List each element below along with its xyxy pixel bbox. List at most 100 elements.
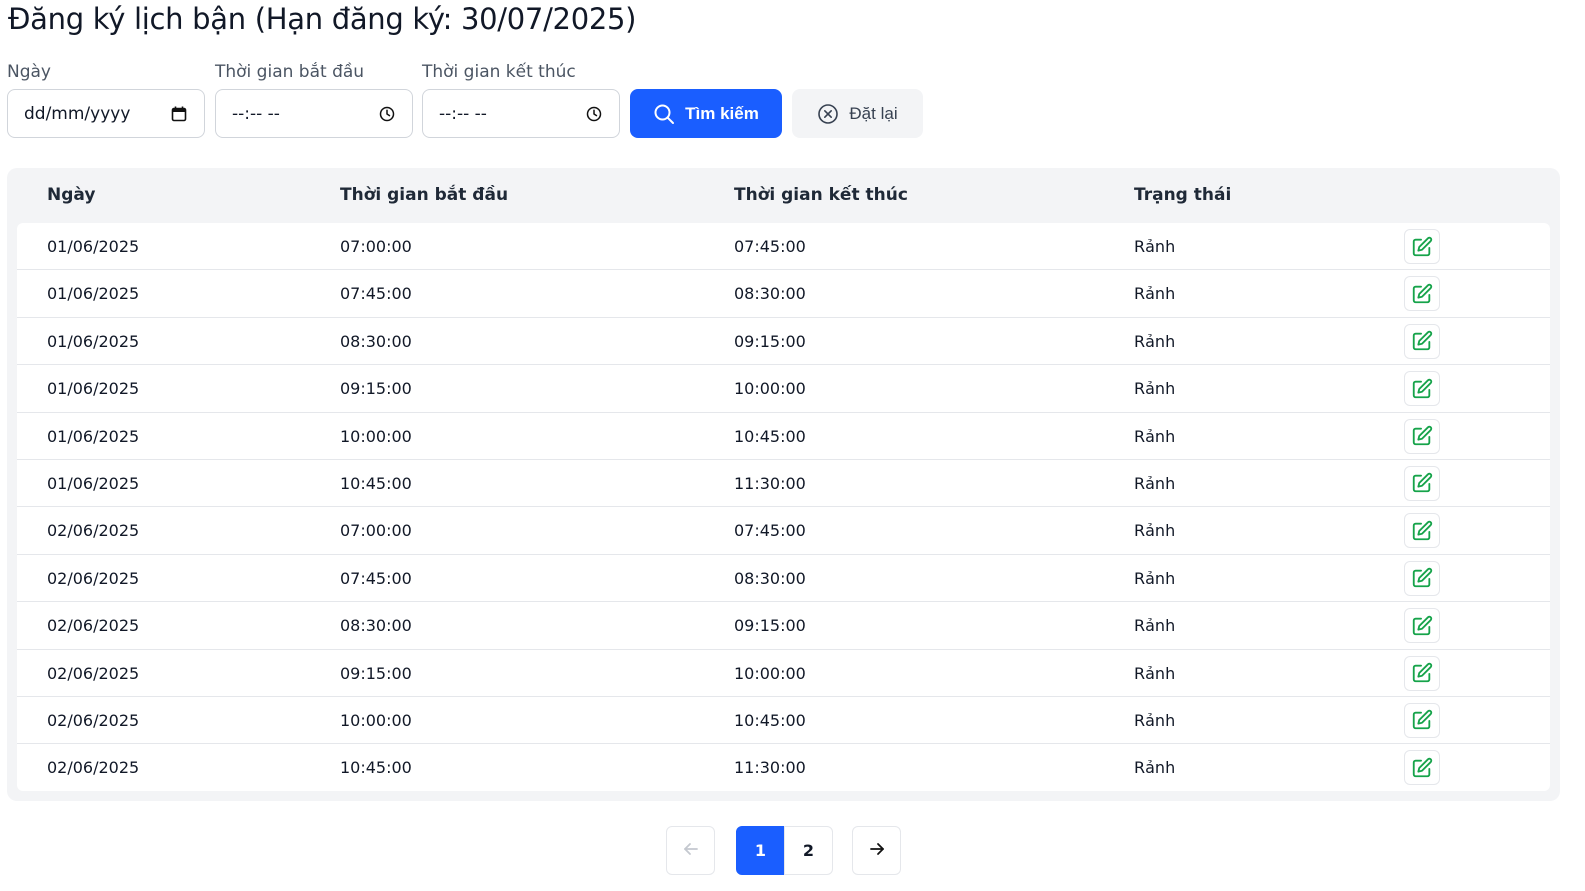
arrow-left-icon [682,840,700,862]
search-button[interactable]: Tìm kiếm [630,89,782,138]
edit-icon [1411,236,1433,258]
start-time-filter: Thời gian bắt đầu --:-- -- [215,60,413,138]
table-row: 02/06/2025 07:00:00 07:45:00 Rảnh [17,507,1550,555]
date-label: Ngày [7,62,51,82]
cell-start-time: 07:00:00 [340,237,412,256]
page-button-1[interactable]: 1 [736,826,785,875]
end-time-filter: Thời gian kết thúc --:-- -- [422,60,620,138]
table-row: 02/06/2025 07:45:00 08:30:00 Rảnh [17,555,1550,603]
cell-date: 01/06/2025 [47,284,140,304]
prev-page-button[interactable] [666,826,715,875]
cell-end-time: 08:30:00 [734,284,806,304]
table-row: 01/06/2025 10:45:00 11:30:00 Rảnh [17,460,1550,508]
cell-status: Rảnh [1134,237,1176,256]
edit-icon [1411,425,1433,447]
edit-icon [1411,472,1433,494]
cell-date: 01/06/2025 [47,237,140,256]
edit-icon [1411,330,1433,352]
cell-start-time: 10:45:00 [340,758,412,778]
table-header: Ngày Thời gian bắt đầu Thời gian kết thú… [7,168,1560,223]
clock-icon[interactable] [585,105,603,123]
cell-status: Rảnh [1134,473,1176,493]
cell-status: Rảnh [1134,521,1176,541]
edit-button[interactable] [1404,465,1440,501]
cell-end-time: 10:00:00 [734,379,806,399]
schedule-table: Ngày Thời gian bắt đầu Thời gian kết thú… [7,168,1560,801]
date-input[interactable]: dd/mm/yyyy [7,89,205,138]
edit-button[interactable] [1404,276,1440,312]
end-time-value: --:-- -- [439,103,487,124]
edit-button[interactable] [1404,560,1440,596]
date-filter: Ngày dd/mm/yyyy [7,60,205,138]
edit-icon [1411,283,1433,305]
cell-date: 01/06/2025 [47,379,140,399]
cell-date: 02/06/2025 [47,663,140,683]
cell-status: Rảnh [1134,426,1176,446]
cell-end-time: 10:45:00 [734,426,806,446]
reset-button[interactable]: Đặt lại [792,89,923,138]
edit-button[interactable] [1404,513,1440,549]
edit-button[interactable] [1404,655,1440,691]
cell-start-time: 08:30:00 [340,616,412,636]
next-page-button[interactable] [852,826,901,875]
cell-status: Rảnh [1134,379,1176,399]
cell-status: Rảnh [1134,758,1176,778]
cell-start-time: 07:45:00 [340,284,412,304]
cell-start-time: 10:00:00 [340,426,412,446]
cell-start-time: 10:00:00 [340,710,412,730]
cell-start-time: 10:45:00 [340,473,412,493]
start-time-input[interactable]: --:-- -- [215,89,413,138]
cell-date: 02/06/2025 [47,710,140,730]
cell-date: 01/06/2025 [47,331,140,351]
cell-date: 02/06/2025 [47,521,140,541]
edit-button[interactable] [1404,608,1440,644]
edit-button[interactable] [1404,323,1440,359]
x-circle-icon [817,103,839,125]
start-time-value: --:-- -- [232,103,280,124]
edit-button[interactable] [1404,371,1440,407]
cell-status: Rảnh [1134,331,1176,351]
table-row: 01/06/2025 08:30:00 09:15:00 Rảnh [17,318,1550,366]
edit-button[interactable] [1404,418,1440,454]
search-button-label: Tìm kiếm [685,103,759,123]
end-time-label: Thời gian kết thúc [422,62,576,82]
page-button-2[interactable]: 2 [784,826,833,875]
page-title: Đăng ký lịch bận (Hạn đăng ký: 30/07/202… [8,2,637,36]
table-row: 01/06/2025 09:15:00 10:00:00 Rảnh [17,365,1550,413]
cell-end-time: 10:00:00 [734,663,806,683]
table-row: 01/06/2025 10:00:00 10:45:00 Rảnh [17,413,1550,460]
edit-icon [1411,520,1433,542]
edit-icon [1411,709,1433,731]
cell-status: Rảnh [1134,284,1176,304]
cell-end-time: 09:15:00 [734,616,806,636]
cell-date: 01/06/2025 [47,426,140,446]
cell-start-time: 08:30:00 [340,331,412,351]
pagination: 1 2 [0,826,1585,875]
table-row: 02/06/2025 08:30:00 09:15:00 Rảnh [17,602,1550,650]
column-header-start: Thời gian bắt đầu [340,185,509,205]
cell-end-time: 09:15:00 [734,331,806,351]
date-input-value: dd/mm/yyyy [24,103,131,124]
cell-status: Rảnh [1134,710,1176,730]
cell-start-time: 07:00:00 [340,521,412,541]
calendar-icon[interactable] [170,105,188,123]
table-row: 02/06/2025 09:15:00 10:00:00 Rảnh [17,650,1550,697]
cell-date: 02/06/2025 [47,758,140,778]
edit-button[interactable] [1404,702,1440,738]
search-icon [653,103,675,125]
cell-start-time: 09:15:00 [340,663,412,683]
column-header-end: Thời gian kết thúc [734,185,908,205]
cell-end-time: 11:30:00 [734,473,806,493]
cell-start-time: 07:45:00 [340,568,412,588]
start-time-label: Thời gian bắt đầu [215,62,365,82]
clock-icon[interactable] [378,105,396,123]
edit-button[interactable] [1404,750,1440,786]
cell-status: Rảnh [1134,616,1176,636]
end-time-input[interactable]: --:-- -- [422,89,620,138]
cell-start-time: 09:15:00 [340,379,412,399]
table-row: 01/06/2025 07:45:00 08:30:00 Rảnh [17,270,1550,318]
cell-status: Rảnh [1134,663,1176,683]
column-header-date: Ngày [47,185,96,205]
table-row: 01/06/2025 07:00:00 07:45:00 Rảnh [17,223,1550,271]
edit-button[interactable] [1404,229,1440,264]
